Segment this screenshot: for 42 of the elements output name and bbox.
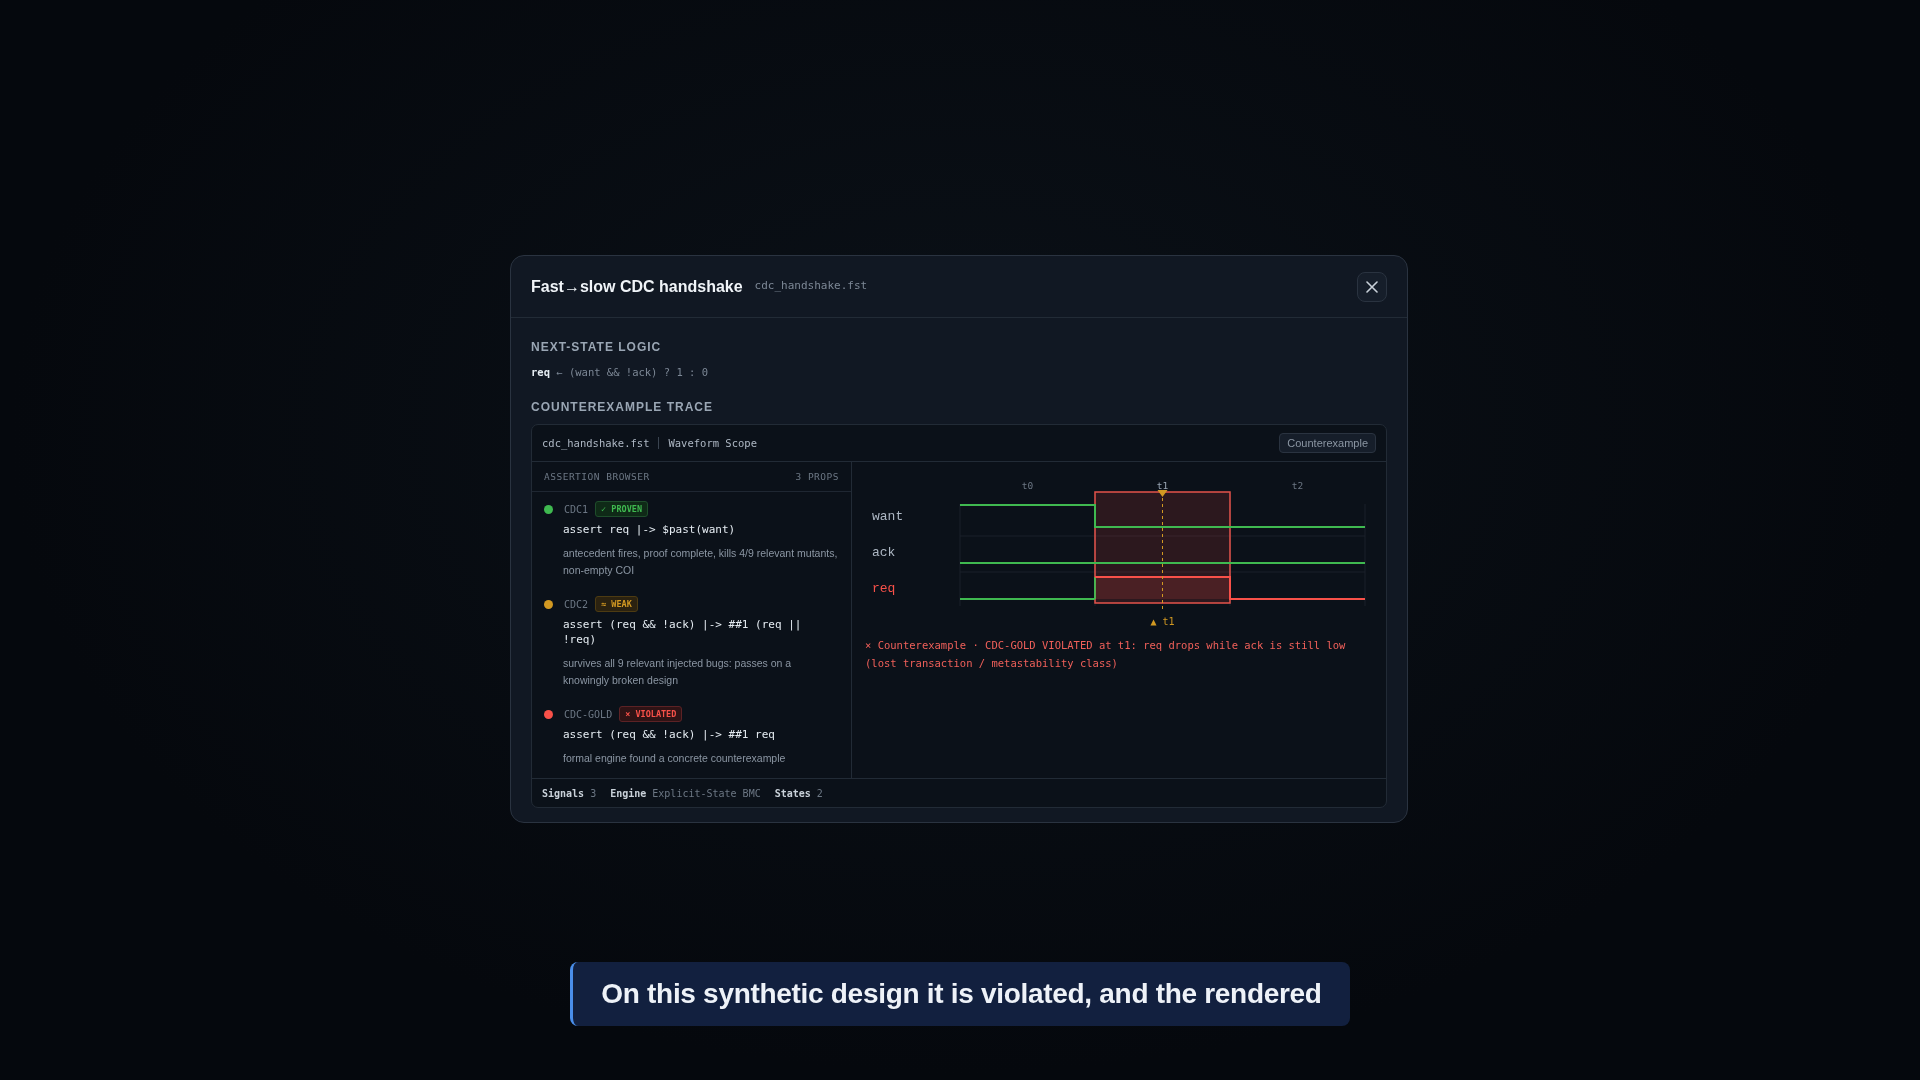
assertion-item[interactable]: CDC-GOLD × VIOLATED assert (req && !ack) |-> ##1 req formal engine found a concrete counterexample (532, 697, 851, 775)
status-badge: ✓ PROVEN (595, 501, 649, 517)
assertion-id: CDC2 (564, 598, 589, 610)
section-heading: NEXT-STATE LOGIC (531, 340, 663, 354)
time-tick-label: t0 (1021, 480, 1034, 491)
file-name: cdc_handshake.fst (754, 279, 868, 292)
dialog-title: Fast→slow CDC handshake (531, 277, 743, 296)
assertion-code: assert (req && !ack) |-> ##1 (req || !req) (563, 617, 803, 647)
view-title: Waveform Scope (668, 437, 757, 449)
cursor-label: ▲ t1 (1150, 616, 1175, 627)
browser-title: ASSERTION BROWSER (544, 471, 650, 482)
property-count: 3 PROPS (795, 471, 839, 482)
stat-value: 3 (590, 787, 597, 799)
status-badge: ≈ WEAK (595, 596, 638, 612)
close-button[interactable] (1357, 271, 1387, 302)
assertion-item[interactable]: CDC1 ✓ PROVEN assert req |-> $past(want) antecedent fires, proof complete, kills 4/9 relevant mutants, non-empty COI (532, 492, 851, 587)
assertion-note: survives all 9 relevant injected bugs: passes on a knowingly broken design (563, 656, 793, 688)
subtitle-caption: On this synthetic design it is violated, and the rendered (570, 962, 1350, 1026)
logic-expression: req ← (want && !ack) ? 1 : 0 (531, 366, 709, 378)
signal-name: req (872, 581, 896, 596)
close-icon (1366, 280, 1378, 293)
counterexample-badge: Counterexample (1279, 433, 1376, 453)
stat-value: Explicit-State BMC (652, 787, 761, 799)
stat-label: Engine (610, 787, 647, 799)
assertion-item[interactable]: CDC2 ≈ WEAK assert (req && !ack) |-> ##1 (req || !req) survives all 9 relevant injected bugs: passes on a knowingly broken design (532, 587, 851, 697)
stat-value: 2 (816, 787, 823, 799)
file-name: cdc_handshake.fst (542, 437, 650, 449)
section-heading: COUNTEREXAMPLE TRACE (531, 400, 714, 414)
assertion-id: CDC1 (564, 503, 589, 515)
stat-label: States (774, 787, 811, 799)
time-tick-label: t1 (1156, 480, 1169, 491)
assertion-note: formal engine found a concrete counterexample (563, 751, 787, 766)
assertion-note: antecedent fires, proof complete, kills 4/9 relevant mutants, non-empty COI (563, 546, 839, 578)
assertion-id: CDC-GOLD (564, 708, 613, 720)
stat-label: Signals (542, 787, 585, 799)
time-tick-label: t2 (1291, 480, 1304, 491)
status-badge: × VIOLATED (619, 706, 683, 722)
counterexample-message: × Counterexample · CDC-GOLD VIOLATED at t1: req drops while ack is still low (lost transaction / metastability class) (865, 638, 1347, 671)
assertion-code: assert (req && !ack) |-> ##1 req (563, 727, 776, 742)
signal-name: ack (872, 545, 896, 560)
assertion-code: assert req |-> $past(want) (563, 522, 737, 537)
signal-name: want (872, 509, 904, 524)
